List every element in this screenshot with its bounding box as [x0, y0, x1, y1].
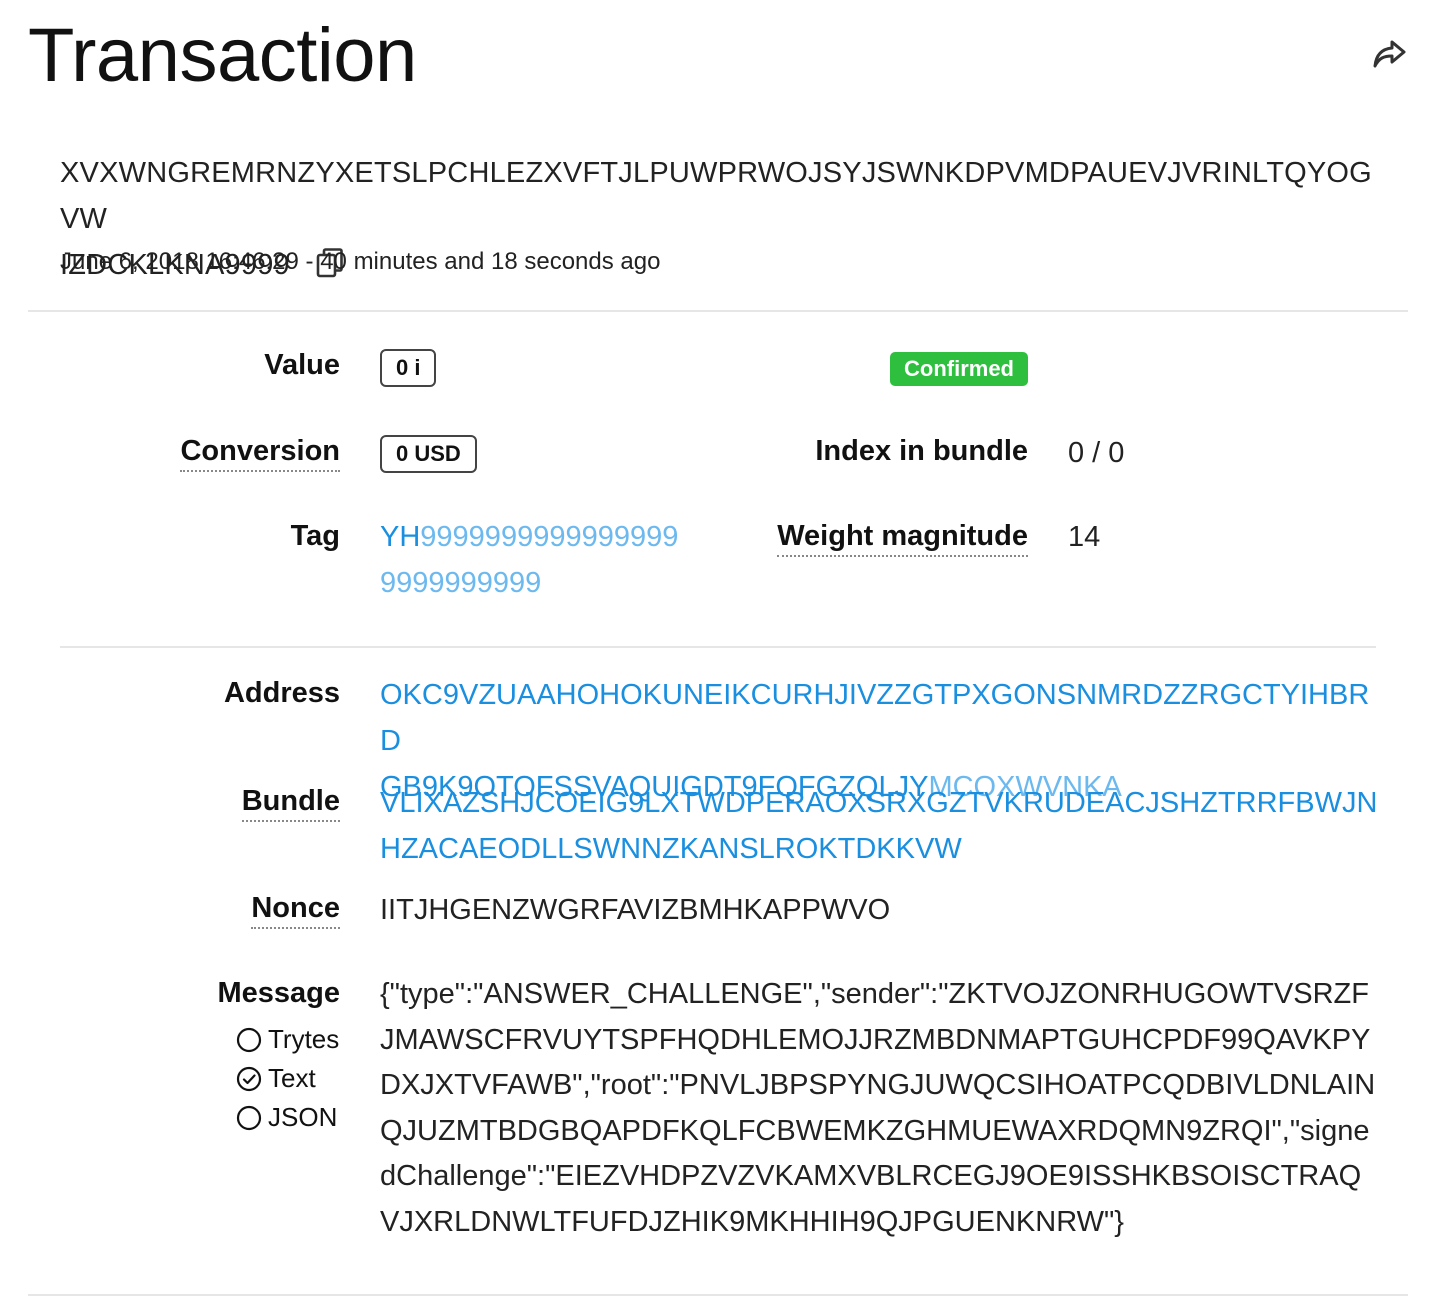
- format-label-trytes: Trytes: [268, 1024, 340, 1054]
- tag-prefix: YH: [380, 521, 421, 553]
- bundle-label[interactable]: Bundle: [241, 784, 340, 822]
- format-label-json: JSON: [268, 1102, 338, 1132]
- details-divider: [60, 646, 1376, 648]
- radio-empty-icon: [236, 1105, 262, 1130]
- weight-label[interactable]: Weight magnitude: [777, 519, 1028, 557]
- format-option-trytes[interactable]: Trytes: [236, 1020, 339, 1059]
- conversion-pill[interactable]: 0 USD: [380, 435, 477, 473]
- tag-padding: 9999999999999999: [420, 521, 679, 553]
- share-icon[interactable]: [1370, 36, 1410, 72]
- format-option-text[interactable]: Text: [236, 1059, 339, 1098]
- conversion-label[interactable]: Conversion: [180, 434, 340, 472]
- transaction-timestamp: June 6, 2018 16:46:29 - 40 minutes and 1…: [60, 248, 661, 275]
- bundle-line2: HZACAEODLLSWNNZKANSLROKTDKKVW: [380, 833, 962, 865]
- bundle-link[interactable]: VLIXAZSHJCOEIG9LXTWDPERAOXSRXGZTVKRUDEAC…: [380, 780, 1390, 872]
- footer-divider: [28, 1294, 1408, 1296]
- tag-padding-line2: 9999999999: [380, 567, 542, 599]
- value-pill[interactable]: 0 i: [380, 349, 437, 387]
- bundle-line1: VLIXAZSHJCOEIG9LXTWDPERAOXSRXGZTVKRUDEAC…: [380, 787, 1378, 819]
- radio-empty-icon: [236, 1027, 262, 1052]
- weight-value: 14: [1068, 521, 1101, 553]
- message-content: {"type":"ANSWER_CHALLENGE","sender":"ZKT…: [380, 978, 1376, 1238]
- tag-label: Tag: [290, 520, 340, 552]
- status-badge: Confirmed: [890, 352, 1028, 386]
- message-label: Message: [217, 977, 340, 1009]
- nonce-label[interactable]: Nonce: [251, 891, 340, 929]
- index-value: 0 / 0: [1068, 437, 1125, 469]
- header-divider: [28, 310, 1408, 312]
- index-label: Index in bundle: [815, 435, 1028, 467]
- address-line1: OKC9VZUAAHOHOKUNEIKCURHJIVZZGTPXGONSNMRD…: [380, 679, 1370, 757]
- tag-link[interactable]: YH9999999999999999 9999999999: [380, 514, 700, 606]
- format-label-text: Text: [268, 1063, 316, 1093]
- nonce-value: IITJHGENZWGRFAVIZBMHKAPPWVO: [380, 894, 891, 926]
- value-label: Value: [264, 349, 340, 381]
- radio-checked-icon: [236, 1066, 262, 1091]
- message-format-selector: Trytes Text JSON: [236, 1020, 339, 1137]
- transaction-hash-line1: XVXWNGREMRNZYXETSLPCHLEZXVFTJLPUWPRWOJSY…: [60, 157, 1372, 235]
- address-label: Address: [223, 677, 340, 709]
- format-option-json[interactable]: JSON: [236, 1098, 339, 1137]
- page-title: Transaction: [28, 13, 417, 98]
